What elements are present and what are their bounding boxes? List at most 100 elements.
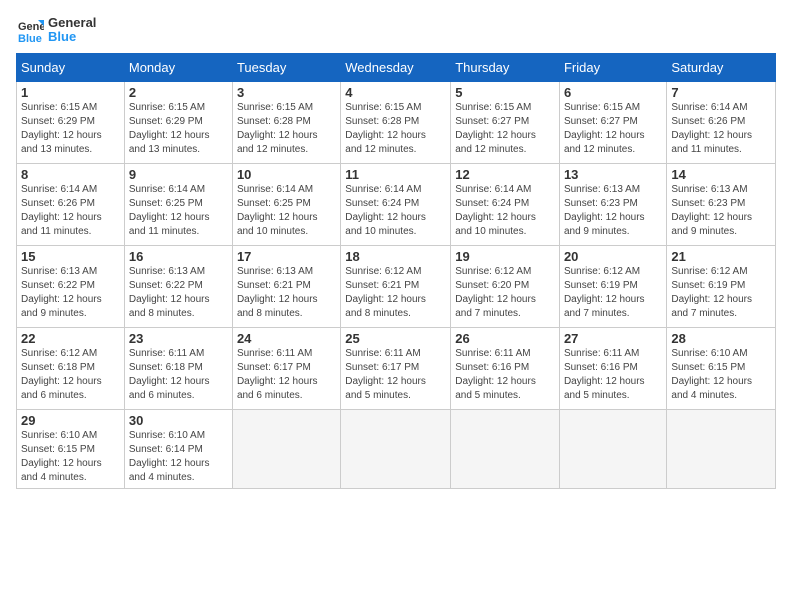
day-info: Sunrise: 6:14 AM Sunset: 6:26 PM Dayligh… (21, 183, 120, 239)
day-info: Sunrise: 6:11 AM Sunset: 6:17 PM Dayligh… (237, 347, 336, 403)
cell-0-4: 5Sunrise: 6:15 AM Sunset: 6:27 PM Daylig… (451, 81, 560, 163)
day-number: 1 (21, 85, 120, 100)
cell-4-0: 29Sunrise: 6:10 AM Sunset: 6:15 PM Dayli… (17, 409, 125, 488)
day-number: 9 (129, 167, 228, 182)
day-number: 14 (671, 167, 771, 182)
cell-1-2: 10Sunrise: 6:14 AM Sunset: 6:25 PM Dayli… (232, 163, 340, 245)
day-number: 8 (21, 167, 120, 182)
day-info: Sunrise: 6:12 AM Sunset: 6:19 PM Dayligh… (564, 265, 662, 321)
day-info: Sunrise: 6:15 AM Sunset: 6:28 PM Dayligh… (345, 101, 446, 157)
cell-3-2: 24Sunrise: 6:11 AM Sunset: 6:17 PM Dayli… (232, 327, 340, 409)
day-number: 2 (129, 85, 228, 100)
day-number: 10 (237, 167, 336, 182)
cell-3-4: 26Sunrise: 6:11 AM Sunset: 6:16 PM Dayli… (451, 327, 560, 409)
day-info: Sunrise: 6:15 AM Sunset: 6:28 PM Dayligh… (237, 101, 336, 157)
cell-2-3: 18Sunrise: 6:12 AM Sunset: 6:21 PM Dayli… (341, 245, 451, 327)
day-info: Sunrise: 6:13 AM Sunset: 6:21 PM Dayligh… (237, 265, 336, 321)
cell-4-6 (667, 409, 776, 488)
cell-0-0: 1Sunrise: 6:15 AM Sunset: 6:29 PM Daylig… (17, 81, 125, 163)
cell-2-5: 20Sunrise: 6:12 AM Sunset: 6:19 PM Dayli… (559, 245, 666, 327)
cell-0-3: 4Sunrise: 6:15 AM Sunset: 6:28 PM Daylig… (341, 81, 451, 163)
col-tuesday: Tuesday (232, 53, 340, 81)
cell-3-6: 28Sunrise: 6:10 AM Sunset: 6:15 PM Dayli… (667, 327, 776, 409)
col-thursday: Thursday (451, 53, 560, 81)
week-row-1: 1Sunrise: 6:15 AM Sunset: 6:29 PM Daylig… (17, 81, 776, 163)
day-info: Sunrise: 6:14 AM Sunset: 6:24 PM Dayligh… (345, 183, 446, 239)
day-number: 23 (129, 331, 228, 346)
day-info: Sunrise: 6:11 AM Sunset: 6:16 PM Dayligh… (455, 347, 555, 403)
day-info: Sunrise: 6:14 AM Sunset: 6:24 PM Dayligh… (455, 183, 555, 239)
day-number: 30 (129, 413, 228, 428)
day-info: Sunrise: 6:14 AM Sunset: 6:25 PM Dayligh… (129, 183, 228, 239)
col-monday: Monday (124, 53, 232, 81)
day-info: Sunrise: 6:10 AM Sunset: 6:15 PM Dayligh… (671, 347, 771, 403)
cell-3-5: 27Sunrise: 6:11 AM Sunset: 6:16 PM Dayli… (559, 327, 666, 409)
day-number: 29 (21, 413, 120, 428)
day-number: 12 (455, 167, 555, 182)
col-sunday: Sunday (17, 53, 125, 81)
day-info: Sunrise: 6:15 AM Sunset: 6:27 PM Dayligh… (455, 101, 555, 157)
day-info: Sunrise: 6:15 AM Sunset: 6:29 PM Dayligh… (129, 101, 228, 157)
day-info: Sunrise: 6:15 AM Sunset: 6:29 PM Dayligh… (21, 101, 120, 157)
day-number: 11 (345, 167, 446, 182)
cell-1-0: 8Sunrise: 6:14 AM Sunset: 6:26 PM Daylig… (17, 163, 125, 245)
col-wednesday: Wednesday (341, 53, 451, 81)
calendar-table: Sunday Monday Tuesday Wednesday Thursday… (16, 53, 776, 489)
cell-2-0: 15Sunrise: 6:13 AM Sunset: 6:22 PM Dayli… (17, 245, 125, 327)
cell-3-1: 23Sunrise: 6:11 AM Sunset: 6:18 PM Dayli… (124, 327, 232, 409)
day-number: 25 (345, 331, 446, 346)
logo-wordmark: General Blue (48, 16, 96, 45)
day-number: 19 (455, 249, 555, 264)
svg-text:Blue: Blue (18, 33, 42, 44)
day-number: 13 (564, 167, 662, 182)
cell-1-6: 14Sunrise: 6:13 AM Sunset: 6:23 PM Dayli… (667, 163, 776, 245)
day-info: Sunrise: 6:11 AM Sunset: 6:17 PM Dayligh… (345, 347, 446, 403)
cell-1-4: 12Sunrise: 6:14 AM Sunset: 6:24 PM Dayli… (451, 163, 560, 245)
cell-1-1: 9Sunrise: 6:14 AM Sunset: 6:25 PM Daylig… (124, 163, 232, 245)
day-info: Sunrise: 6:14 AM Sunset: 6:26 PM Dayligh… (671, 101, 771, 157)
day-number: 26 (455, 331, 555, 346)
day-info: Sunrise: 6:13 AM Sunset: 6:23 PM Dayligh… (671, 183, 771, 239)
cell-4-4 (451, 409, 560, 488)
day-number: 6 (564, 85, 662, 100)
cell-3-0: 22Sunrise: 6:12 AM Sunset: 6:18 PM Dayli… (17, 327, 125, 409)
week-row-4: 22Sunrise: 6:12 AM Sunset: 6:18 PM Dayli… (17, 327, 776, 409)
day-info: Sunrise: 6:10 AM Sunset: 6:14 PM Dayligh… (129, 429, 228, 485)
week-row-3: 15Sunrise: 6:13 AM Sunset: 6:22 PM Dayli… (17, 245, 776, 327)
day-number: 7 (671, 85, 771, 100)
logo: General Blue General Blue (16, 16, 96, 45)
day-number: 21 (671, 249, 771, 264)
header: General Blue General Blue (16, 16, 776, 45)
week-row-5: 29Sunrise: 6:10 AM Sunset: 6:15 PM Dayli… (17, 409, 776, 488)
cell-4-1: 30Sunrise: 6:10 AM Sunset: 6:14 PM Dayli… (124, 409, 232, 488)
day-number: 28 (671, 331, 771, 346)
cell-2-1: 16Sunrise: 6:13 AM Sunset: 6:22 PM Dayli… (124, 245, 232, 327)
day-info: Sunrise: 6:13 AM Sunset: 6:22 PM Dayligh… (21, 265, 120, 321)
cell-2-6: 21Sunrise: 6:12 AM Sunset: 6:19 PM Dayli… (667, 245, 776, 327)
day-info: Sunrise: 6:11 AM Sunset: 6:16 PM Dayligh… (564, 347, 662, 403)
day-number: 27 (564, 331, 662, 346)
cell-2-4: 19Sunrise: 6:12 AM Sunset: 6:20 PM Dayli… (451, 245, 560, 327)
cell-3-3: 25Sunrise: 6:11 AM Sunset: 6:17 PM Dayli… (341, 327, 451, 409)
day-number: 5 (455, 85, 555, 100)
day-number: 20 (564, 249, 662, 264)
day-number: 17 (237, 249, 336, 264)
day-info: Sunrise: 6:14 AM Sunset: 6:25 PM Dayligh… (237, 183, 336, 239)
day-info: Sunrise: 6:12 AM Sunset: 6:19 PM Dayligh… (671, 265, 771, 321)
svg-text:General: General (18, 21, 44, 33)
col-saturday: Saturday (667, 53, 776, 81)
day-info: Sunrise: 6:11 AM Sunset: 6:18 PM Dayligh… (129, 347, 228, 403)
calendar-body: 1Sunrise: 6:15 AM Sunset: 6:29 PM Daylig… (17, 81, 776, 488)
cell-4-5 (559, 409, 666, 488)
day-number: 4 (345, 85, 446, 100)
cell-4-2 (232, 409, 340, 488)
logo-icon: General Blue (16, 16, 44, 44)
day-info: Sunrise: 6:12 AM Sunset: 6:21 PM Dayligh… (345, 265, 446, 321)
day-number: 3 (237, 85, 336, 100)
cell-1-5: 13Sunrise: 6:13 AM Sunset: 6:23 PM Dayli… (559, 163, 666, 245)
day-number: 22 (21, 331, 120, 346)
page-container: General Blue General Blue Sunday Monday … (0, 0, 792, 497)
cell-0-1: 2Sunrise: 6:15 AM Sunset: 6:29 PM Daylig… (124, 81, 232, 163)
day-number: 24 (237, 331, 336, 346)
col-friday: Friday (559, 53, 666, 81)
